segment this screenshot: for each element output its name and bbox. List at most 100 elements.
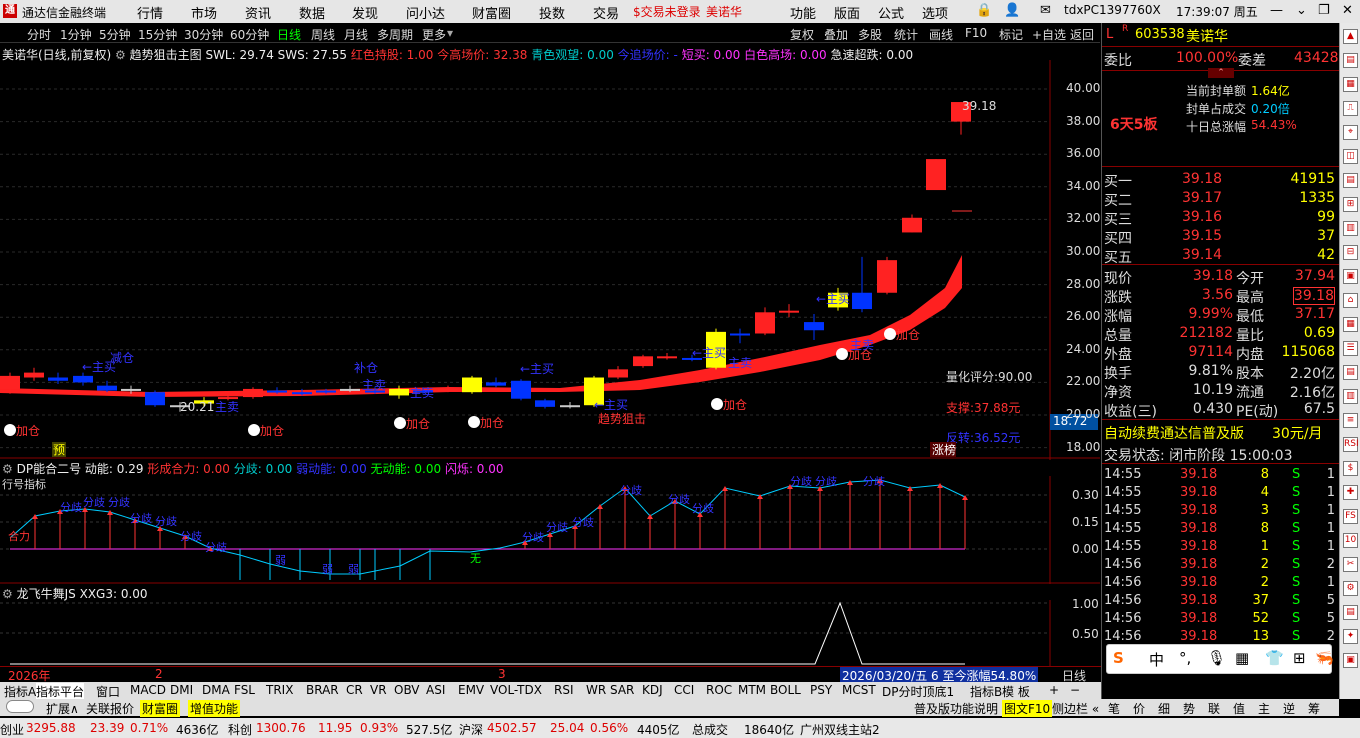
btn-f10[interactable]: F10 <box>965 26 987 40</box>
grid-icon[interactable]: ⊞ <box>1293 649 1306 667</box>
indicator-tab[interactable]: EMV <box>458 683 484 697</box>
indicator2-chart[interactable] <box>0 600 1100 666</box>
menu-wenxiaoda[interactable]: 问小达 <box>406 3 445 22</box>
skin-icon[interactable]: 👕 <box>1265 649 1284 667</box>
indicator-tab[interactable]: CR <box>346 683 363 697</box>
menu-jiaoyi[interactable]: 交易 <box>593 3 619 22</box>
sidebar-tool-icon[interactable]: ✂ <box>1343 557 1358 572</box>
indicator-tab[interactable]: MACD <box>130 683 166 697</box>
ime-punct-icon[interactable]: °, <box>1179 649 1191 667</box>
indicator-tab[interactable]: 模 板 <box>1002 683 1030 700</box>
period-multi[interactable]: 多周期 <box>377 26 413 43</box>
mini-tab[interactable]: 笔 <box>1108 700 1120 717</box>
period-monthly[interactable]: 月线 <box>344 26 368 43</box>
indicator-tab[interactable]: − <box>1070 683 1080 697</box>
sidebar-tool-icon[interactable]: RSI <box>1343 437 1359 452</box>
chevron-down-icon[interactable]: ⌄ <box>1296 3 1307 18</box>
menu-gongneng[interactable]: 功能 <box>790 3 816 22</box>
sidebar-tool-icon[interactable]: FS <box>1343 509 1358 524</box>
indicator-tab[interactable]: KDJ <box>642 683 663 697</box>
menu-hangqing[interactable]: 行情 <box>137 3 163 22</box>
btn-tongji[interactable]: 统计 <box>894 26 918 43</box>
period-weekly[interactable]: 周线 <box>311 26 335 43</box>
indicator-tab[interactable]: MCST <box>842 683 876 697</box>
hs-label[interactable]: 沪深 <box>459 721 483 738</box>
indicator-tab[interactable]: RSI <box>554 683 574 697</box>
sidebar-tool-icon[interactable]: ▤ <box>1343 173 1358 188</box>
indicator-tab[interactable]: PSY <box>810 683 832 697</box>
sidebar-tool-icon[interactable]: ✦ <box>1343 629 1358 644</box>
indicator-tab[interactable]: 指标A <box>4 683 36 700</box>
value-added-button[interactable]: 增值功能 <box>188 700 241 717</box>
sidebar-tool-icon[interactable]: ▲ <box>1343 29 1358 44</box>
indicator-tab[interactable]: FSL <box>234 683 255 697</box>
lock-icon[interactable]: 🔒 <box>976 3 992 18</box>
indicator-tab[interactable]: + <box>1049 683 1059 697</box>
restore-icon[interactable]: ❐ <box>1318 3 1330 18</box>
btn-fuquan[interactable]: 复权 <box>790 26 814 43</box>
menu-shuju[interactable]: 数据 <box>299 3 325 22</box>
btn-duogu[interactable]: 多股 <box>858 26 882 43</box>
settings-icon[interactable]: ⚙ <box>2 587 13 601</box>
indicator-tab[interactable]: SAR <box>610 683 634 697</box>
menu-touzi[interactable]: 投数 <box>539 3 565 22</box>
toggle-switch[interactable] <box>6 700 34 713</box>
indicator-tab[interactable]: OBV <box>394 683 420 697</box>
ime-logo-icon[interactable]: S <box>1113 649 1124 667</box>
sidebar-tool-icon[interactable]: ⊟ <box>1343 245 1358 260</box>
menu-zixun[interactable]: 资讯 <box>245 3 271 22</box>
bid-price[interactable]: 39.14 <box>1182 247 1222 263</box>
mail-icon[interactable]: ✉ <box>1040 3 1051 18</box>
indicator-tab[interactable]: WR <box>586 683 606 697</box>
btn-huaxian[interactable]: 画线 <box>929 26 953 43</box>
mini-tab[interactable]: 联 <box>1208 700 1220 717</box>
sidebar-tool-icon[interactable]: ⌂ <box>1343 293 1358 308</box>
help-link[interactable]: 普及版功能说明 <box>914 700 998 717</box>
indicator-tab[interactable]: 指标B <box>970 683 1002 700</box>
indicator-tab[interactable]: TRIX <box>266 683 293 697</box>
ad-price[interactable]: 30元/月 <box>1272 423 1323 443</box>
ind2-name[interactable]: 龙飞牛舞JS <box>17 587 76 601</box>
period-15min[interactable]: 15分钟 <box>138 26 177 43</box>
trade-login-warning[interactable]: $交易未登录 <box>633 3 701 20</box>
btn-biaoji[interactable]: 标记 <box>999 26 1023 43</box>
indicator-tab[interactable]: BRAR <box>306 683 339 697</box>
ime-toolbar[interactable]: S 中 °, 🎙 ▦ 👕 ⊞ 🦐 <box>1106 644 1334 674</box>
sidebar-tool-icon[interactable]: ▣ <box>1343 269 1358 284</box>
menu-banmian[interactable]: 版面 <box>834 3 860 22</box>
microphone-icon[interactable]: 🎙 <box>1207 649 1226 667</box>
ad-text[interactable]: 自动续费通达信普及版 <box>1104 423 1244 443</box>
sidebar-tool-icon[interactable]: ▥ <box>1343 389 1358 404</box>
menu-shichang[interactable]: 市场 <box>191 3 217 22</box>
sidebar-tool-icon[interactable]: ▥ <box>1343 221 1358 236</box>
keyboard-icon[interactable]: ▦ <box>1235 649 1249 667</box>
ind1-name[interactable]: DP能合二号 <box>17 462 81 476</box>
mini-tab[interactable]: 细 <box>1158 700 1170 717</box>
caifuquan-button[interactable]: 财富圈 <box>140 700 181 717</box>
period-more[interactable]: 更多 <box>422 26 446 43</box>
sidebar-tool-icon[interactable]: ▣ <box>1343 653 1358 668</box>
mini-tab[interactable]: 主 <box>1258 700 1270 717</box>
indicator-tab[interactable]: DMA <box>202 683 230 697</box>
period-30min[interactable]: 30分钟 <box>184 26 223 43</box>
indicator-tab[interactable]: VR <box>370 683 387 697</box>
bid-price[interactable]: 39.16 <box>1182 209 1222 225</box>
indicator-tab[interactable]: MTM <box>738 683 766 697</box>
mini-tab[interactable]: 价 <box>1133 700 1145 717</box>
indicator-tab[interactable]: DP分时顶底1 <box>882 683 954 700</box>
sidebar-tool-icon[interactable]: ▦ <box>1343 317 1358 332</box>
cy-label[interactable]: 创业 <box>0 721 24 738</box>
related-quote-button[interactable]: 关联报价 <box>86 700 134 717</box>
server-site[interactable]: 广州双线主站2 <box>800 721 880 738</box>
mini-tab[interactable]: 势 <box>1183 700 1195 717</box>
indicator-tab[interactable]: VOL-TDX <box>490 683 542 697</box>
btn-fanhui[interactable]: 返回 <box>1070 26 1094 43</box>
mini-tab[interactable]: 逆 <box>1283 700 1295 717</box>
sidebar-tool-icon[interactable]: ▤ <box>1343 53 1358 68</box>
ime-chinese-toggle[interactable]: 中 <box>1149 649 1164 670</box>
settings-icon[interactable]: ⚙ <box>2 462 13 476</box>
indicator-tab[interactable]: CCI <box>674 683 694 697</box>
indicator-tab[interactable]: ASI <box>426 683 445 697</box>
bid-price[interactable]: 39.18 <box>1182 171 1222 187</box>
sidebar-tool-icon[interactable]: 10 <box>1343 533 1358 548</box>
